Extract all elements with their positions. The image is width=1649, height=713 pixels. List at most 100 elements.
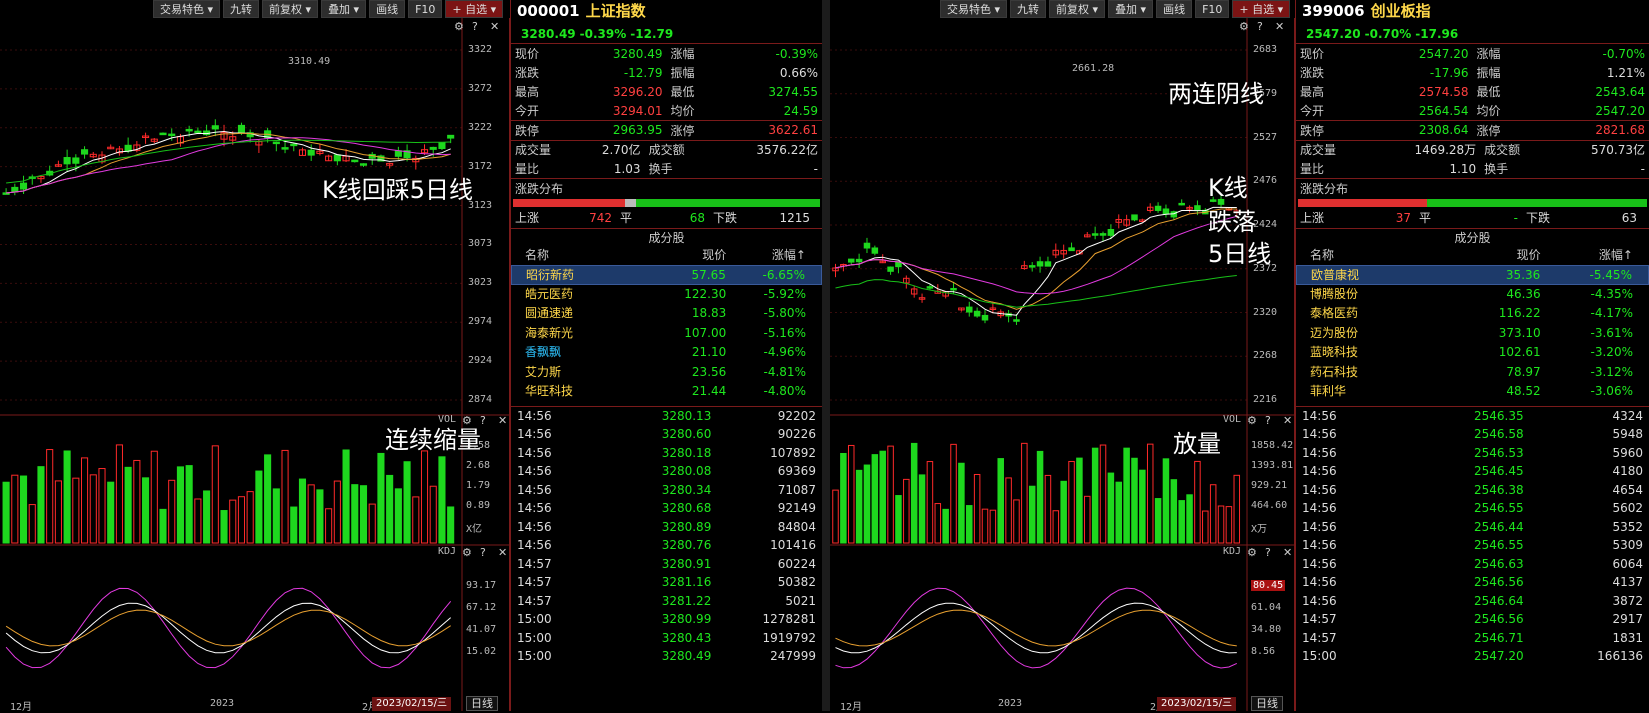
tick-row: 14:562546.454180 xyxy=(1296,462,1649,481)
tick-volume: 4137 xyxy=(1524,573,1643,592)
tick-volume: 92149 xyxy=(711,499,816,518)
settings-icon[interactable]: ⚙ xyxy=(1247,414,1257,427)
constituent-row[interactable]: 迈为股份373.10-3.61% xyxy=(1296,324,1649,344)
constituent-row[interactable]: 菲利华48.52-3.06% xyxy=(1296,382,1649,402)
dist-flat: - xyxy=(1439,208,1526,228)
volume-bar xyxy=(265,455,271,543)
toolbar-button-3[interactable]: 叠加 ▾ xyxy=(1108,0,1153,18)
price-axis-label: 3322 xyxy=(468,44,492,55)
constituent-row[interactable]: 圆通速递18.83-5.80% xyxy=(511,304,822,324)
toolbar-button-2[interactable]: 前复权 ▾ xyxy=(262,0,318,18)
price-change-pct: -0.39% xyxy=(580,27,627,41)
add-watchlist-button[interactable]: + 自选 ▾ xyxy=(445,0,503,18)
constituent-row[interactable]: 蓝晓科技102.61-3.20% xyxy=(1296,343,1649,363)
constituent-row[interactable]: 海泰新光107.00-5.16% xyxy=(511,324,822,344)
quote-v1: -17.96 xyxy=(1340,63,1473,82)
constituent-row[interactable]: 博腾股份46.36-4.35% xyxy=(1296,285,1649,305)
volume-bar xyxy=(998,459,1004,543)
close-icon[interactable]: ✕ xyxy=(1283,546,1292,559)
kline-chart-area[interactable]: 3322327232223172312330733023297429242874… xyxy=(0,18,510,711)
stock-price: 18.83 xyxy=(637,304,727,324)
stock-change: -3.12% xyxy=(1541,363,1643,383)
toolbar-button-5[interactable]: F10 xyxy=(1195,0,1229,18)
constituent-row[interactable]: 华旺科技21.44-4.80% xyxy=(511,382,822,402)
close-icon[interactable]: ✕ xyxy=(1283,414,1292,427)
quote-table: 现价3280.49涨幅-0.39%涨跌-12.79振幅0.66%最高3296.2… xyxy=(511,44,822,120)
close-icon[interactable]: ✕ xyxy=(490,20,499,33)
constituents-title: 成分股 xyxy=(1296,228,1649,246)
quote-v2: 3274.55 xyxy=(711,82,823,101)
volume-bar xyxy=(38,467,44,543)
constituent-row[interactable]: 泰格医药116.22-4.17% xyxy=(1296,304,1649,324)
volume-bar xyxy=(888,446,894,543)
add-watchlist-button[interactable]: + 自选 ▾ xyxy=(1232,0,1290,18)
constituent-row[interactable]: 药石科技78.97-3.12% xyxy=(1296,363,1649,383)
volume-bar xyxy=(395,489,401,543)
toolbar-button-2[interactable]: 前复权 ▾ xyxy=(1049,0,1105,18)
settings-icon[interactable]: ⚙ xyxy=(1247,546,1257,559)
toolbar-button-3[interactable]: 叠加 ▾ xyxy=(321,0,366,18)
volume-bar xyxy=(204,491,210,543)
close-icon[interactable]: ✕ xyxy=(498,546,507,559)
tick-time: 14:56 xyxy=(517,407,607,426)
volume-bar xyxy=(177,467,183,543)
up-segment xyxy=(513,199,625,207)
volume-bar xyxy=(1124,448,1130,543)
help-icon[interactable]: ? xyxy=(472,20,478,33)
volume-bar xyxy=(1147,444,1153,543)
toolbar-button-1[interactable]: 九转 xyxy=(1010,0,1046,18)
toolbar-button-0[interactable]: 交易特色 ▾ xyxy=(153,0,220,18)
constituent-row[interactable]: 香飘飘21.10-4.96% xyxy=(511,343,822,363)
dist-up_label: 上涨 xyxy=(1300,208,1332,228)
volume-bar xyxy=(82,458,88,543)
volume-axis-label: 929.21 xyxy=(1251,480,1287,491)
period-button[interactable]: 日线 xyxy=(1251,696,1283,711)
kline-chart-area[interactable]: 2683257925272476242423722320226822162661… xyxy=(830,18,1295,711)
constituent-row[interactable]: 艾力斯23.56-4.81% xyxy=(511,363,822,383)
help-icon[interactable]: ? xyxy=(1265,414,1271,427)
volume-bar xyxy=(943,509,949,543)
constituent-row[interactable]: 昭衍新药57.65-6.65% xyxy=(511,265,822,285)
volume-v2: 570.73亿 xyxy=(1524,140,1649,159)
settings-icon[interactable]: ⚙ xyxy=(454,20,464,33)
tick-list[interactable]: 14:563280.139220214:563280.609022614:563… xyxy=(511,406,822,666)
stock-price: 373.10 xyxy=(1438,324,1540,344)
tick-price: 3280.99 xyxy=(607,610,712,629)
tick-volume: 50382 xyxy=(711,573,816,592)
toolbar-button-4[interactable]: 画线 xyxy=(369,0,405,18)
quote-k2: 最低 xyxy=(667,82,711,101)
kline-svg[interactable] xyxy=(830,18,1295,711)
tick-price: 3280.08 xyxy=(607,462,712,481)
help-icon[interactable]: ? xyxy=(1257,20,1263,33)
stock-price: 122.30 xyxy=(637,285,727,305)
tick-list[interactable]: 14:562546.35432414:562546.58594814:56254… xyxy=(1296,406,1649,666)
help-icon[interactable]: ? xyxy=(1265,546,1271,559)
toolbar-button-1[interactable]: 九转 xyxy=(223,0,259,18)
volume-bar xyxy=(326,509,332,543)
toolbar-button-4[interactable]: 画线 xyxy=(1156,0,1192,18)
constituent-row[interactable]: 皓元医药122.30-5.92% xyxy=(511,285,822,305)
kline-svg[interactable] xyxy=(0,18,510,711)
tick-row: 14:562546.535960 xyxy=(1296,444,1649,463)
candle xyxy=(1163,209,1169,214)
settings-icon[interactable]: ⚙ xyxy=(462,546,472,559)
settings-icon[interactable]: ⚙ xyxy=(1239,20,1249,33)
volume-bar xyxy=(90,475,96,543)
ma10-line xyxy=(836,209,1237,309)
toolbar-button-0[interactable]: 交易特色 ▾ xyxy=(940,0,1007,18)
toolbar-button-5[interactable]: F10 xyxy=(408,0,442,18)
period-button[interactable]: 日线 xyxy=(466,696,498,711)
candle xyxy=(1092,234,1098,236)
volume-bar xyxy=(125,467,131,543)
volume-k4: 换手 xyxy=(1480,159,1524,178)
volume-axis-label: 2.68 xyxy=(466,460,490,471)
chart-toolbar: 交易特色 ▾九转前复权 ▾叠加 ▾画线F10+ 自选 ▾» xyxy=(940,0,1314,18)
candle xyxy=(448,135,454,138)
annotation-k: K线回踩5日线 xyxy=(322,170,473,205)
help-icon[interactable]: ? xyxy=(480,546,486,559)
candle xyxy=(1037,262,1043,266)
volume-bar xyxy=(230,500,236,543)
constituent-row[interactable]: 欧普康视35.36-5.45% xyxy=(1296,265,1649,285)
close-icon[interactable]: ✕ xyxy=(1275,20,1284,33)
close-icon[interactable]: ✕ xyxy=(498,414,507,427)
